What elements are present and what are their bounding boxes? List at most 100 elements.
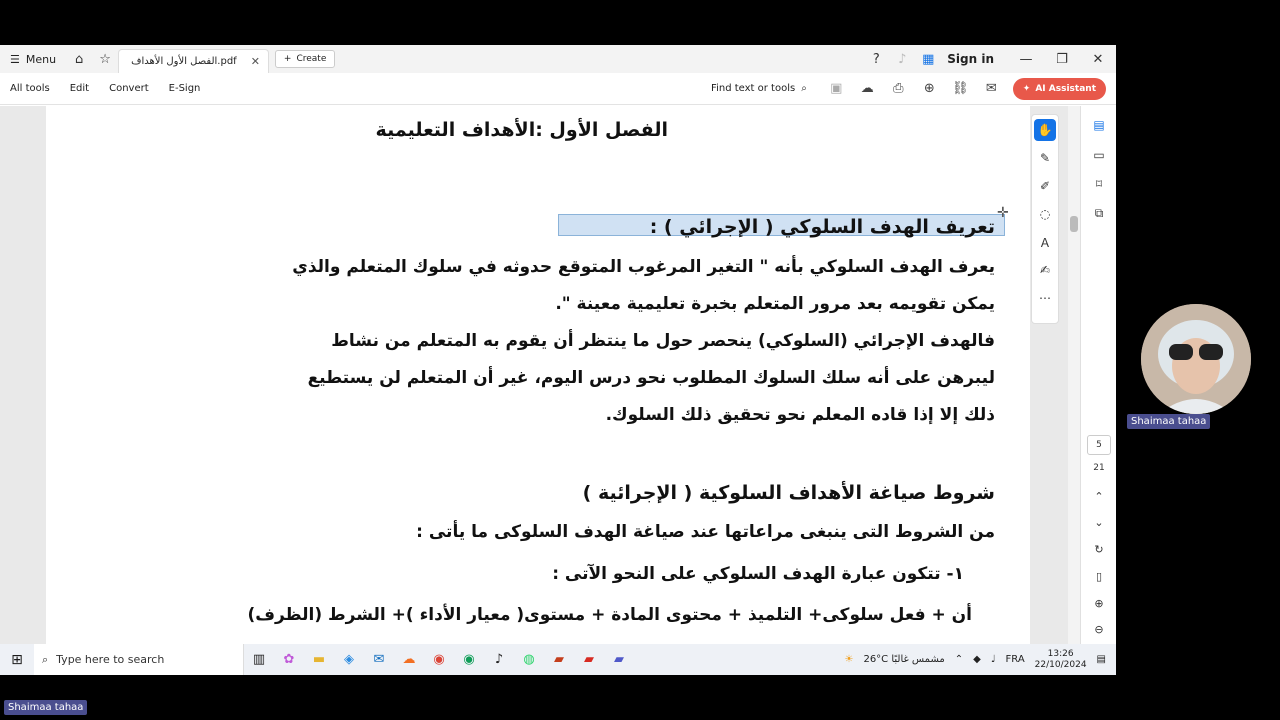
- language-indicator[interactable]: FRA: [1006, 654, 1025, 665]
- search-placeholder: Type here to search: [56, 653, 165, 666]
- print-icon[interactable]: ⎙: [883, 81, 914, 96]
- chrome-icon[interactable]: ◉: [424, 644, 454, 675]
- document-viewport[interactable]: ✛ الفصل الأول :الأهداف التعليمية تعريف ا…: [0, 106, 1116, 644]
- total-pages: 21: [1093, 463, 1105, 473]
- document-tab[interactable]: الفصل الأول الأهداف.pdf ✕: [118, 49, 269, 73]
- more-options-icon[interactable]: ⋯: [1034, 287, 1056, 309]
- pdf-page: ✛ الفصل الأول :الأهداف التعليمية تعريف ا…: [46, 106, 1030, 644]
- taskbar-search[interactable]: ⌕ Type here to search: [34, 644, 244, 675]
- plus-icon: +: [283, 54, 292, 64]
- formula-line: أن + فعل سلوكى+ التلميذ + محتوى المادة +…: [247, 605, 972, 625]
- whatsapp-icon[interactable]: ◍: [514, 644, 544, 675]
- right-sidebar: ▤ ▭ ⌑ ⧉ 5 21 ⌃ ⌄ ↻ ▯ ⊕ ⊖: [1080, 106, 1116, 644]
- star-icon[interactable]: ☆: [92, 45, 118, 73]
- search-icon: ⌕: [42, 652, 49, 666]
- clock-time: 13:26: [1047, 648, 1074, 659]
- close-window-icon[interactable]: ✕: [1080, 45, 1116, 73]
- chrome-profile-icon[interactable]: ◉: [454, 644, 484, 675]
- notifications-icon[interactable]: ▤: [1097, 654, 1106, 665]
- refresh-icon[interactable]: ↻: [1091, 543, 1107, 556]
- chevron-up-tray-icon[interactable]: ⌃: [955, 654, 963, 665]
- help-icon[interactable]: ?: [863, 45, 889, 73]
- list-item: ١- تتكون عبارة الهدف السلوكي على النحو ا…: [552, 564, 964, 584]
- paragraph-line: ليبرهن على أنه سلك السلوك المطلوب نحو در…: [307, 368, 995, 388]
- task-view-icon[interactable]: ▥: [244, 644, 274, 675]
- paragraph-line: ذلك إلا إذا قاده المعلم نحو تحقيق ذلك ال…: [605, 405, 995, 425]
- zoom-in-icon[interactable]: ⊕: [1091, 597, 1107, 610]
- outlook-icon[interactable]: ✉: [364, 644, 394, 675]
- self-name-tag: Shaimaa tahaa: [4, 700, 88, 715]
- all-tools-menu[interactable]: All tools: [0, 83, 60, 94]
- file-explorer-icon[interactable]: ▬: [304, 644, 334, 675]
- minimize-icon[interactable]: —: [1008, 45, 1044, 73]
- comments-panel-icon[interactable]: ▭: [1091, 148, 1107, 164]
- windows-start-icon[interactable]: ⊞: [0, 652, 34, 668]
- edit-panel-icon[interactable]: ▤: [1091, 118, 1107, 134]
- hand-tool-icon[interactable]: ✋: [1034, 119, 1056, 141]
- home-icon[interactable]: ⌂: [66, 45, 92, 73]
- zoom-out-icon[interactable]: ⊖: [1091, 623, 1107, 636]
- soundcloud-icon[interactable]: ☁: [394, 644, 424, 675]
- windows-taskbar: ⊞ ⌕ Type here to search ▥ ✿ ▬ ◈ ✉ ☁ ◉ ◉ …: [0, 644, 1116, 675]
- network-icon[interactable]: ◆: [973, 654, 981, 665]
- signature-icon[interactable]: ✍: [1034, 259, 1056, 281]
- sign-in-button[interactable]: Sign in: [941, 52, 1008, 66]
- fit-page-icon[interactable]: ▯: [1091, 570, 1107, 583]
- acrobat-window: ☰ Menu ⌂ ☆ الفصل الأول الأهداف.pdf ✕ + C…: [0, 45, 1116, 675]
- teams-icon[interactable]: ▰: [604, 644, 634, 675]
- title-bar-right: ? ♪ ▦ Sign in — ❐ ✕: [863, 45, 1116, 73]
- link-icon[interactable]: ⛓: [945, 81, 976, 96]
- weather-text[interactable]: 26°C مشمس غالبًا: [863, 654, 944, 665]
- system-tray: ☀ 26°C مشمس غالبًا ⌃ ◆ ♩ FRA 13:26 22/10…: [844, 649, 1116, 671]
- participant-webcam: [1141, 304, 1251, 414]
- hamburger-icon: ☰: [10, 52, 20, 66]
- paragraph-line: يعرف الهدف السلوكي بأنه " التغير المرغوب…: [292, 257, 995, 277]
- edit-menu[interactable]: Edit: [60, 83, 99, 94]
- store-icon[interactable]: ◈: [334, 644, 364, 675]
- text-box-icon[interactable]: Ａ: [1034, 231, 1056, 253]
- section-heading-conditions: شروط صياغة الأهداف السلوكية ( الإجرائية …: [582, 482, 995, 504]
- paragraph-line: يمكن تقويمه بعد مرور المتعلم بخبرة تعليم…: [555, 294, 995, 314]
- restore-icon[interactable]: ❐: [1044, 45, 1080, 73]
- convert-menu[interactable]: Convert: [99, 83, 159, 94]
- quick-tools-panel: ✋ ✎ ✐ ◌ Ａ ✍ ⋯: [1031, 114, 1059, 324]
- find-tools-search[interactable]: Find text or tools ⌕: [711, 83, 821, 94]
- bookmarks-panel-icon[interactable]: ⌑: [1091, 177, 1107, 193]
- scrollbar-thumb[interactable]: [1070, 216, 1078, 232]
- bell-icon[interactable]: ♪: [889, 45, 915, 73]
- tiktok-icon[interactable]: ♪: [484, 644, 514, 675]
- microphone-icon[interactable]: ♩: [991, 654, 996, 665]
- section-heading-definition: تعريف الهدف السلوكي ( الإجرائي ) :: [649, 216, 995, 238]
- ai-assistant-button[interactable]: ✦ AI Assistant: [1012, 77, 1106, 100]
- acrobat-icon[interactable]: ▰: [574, 644, 604, 675]
- share-people-icon[interactable]: ⊕: [914, 81, 945, 96]
- chevron-down-icon[interactable]: ⌄: [1091, 516, 1107, 529]
- clock-date: 22/10/2024: [1034, 659, 1087, 670]
- menu-label: Menu: [25, 52, 57, 66]
- copilot-icon[interactable]: ✿: [274, 644, 304, 675]
- upload-cloud-icon[interactable]: ☁: [852, 81, 883, 96]
- clock[interactable]: 13:26 22/10/2024: [1035, 649, 1087, 671]
- vertical-scrollbar[interactable]: [1068, 106, 1080, 644]
- webcam-name-tag: Shaimaa tahaa: [1127, 414, 1211, 429]
- chevron-up-icon[interactable]: ⌃: [1091, 490, 1107, 503]
- create-button[interactable]: + Create: [274, 50, 336, 68]
- save-icon[interactable]: ▣: [821, 81, 852, 96]
- apps-grid-icon[interactable]: ▦: [915, 45, 941, 73]
- find-label: Find text or tools: [711, 83, 796, 94]
- tab-title: الفصل الأول الأهداف.pdf: [131, 56, 237, 67]
- current-page-input[interactable]: 5: [1087, 435, 1111, 455]
- lasso-draw-icon[interactable]: ◌: [1034, 203, 1056, 225]
- esign-menu[interactable]: E-Sign: [159, 83, 211, 94]
- powerpoint-icon[interactable]: ▰: [544, 644, 574, 675]
- close-tab-icon[interactable]: ✕: [251, 55, 260, 68]
- page-title: الفصل الأول :الأهداف التعليمية: [375, 119, 668, 141]
- highlight-pen-icon[interactable]: ✐: [1034, 175, 1056, 197]
- main-toolbar: All tools Edit Convert E-Sign Find text …: [0, 73, 1116, 105]
- menu-button[interactable]: ☰ Menu: [0, 45, 66, 73]
- pages-panel-icon[interactable]: ⧉: [1091, 206, 1107, 222]
- add-comment-icon[interactable]: ✎: [1034, 147, 1056, 169]
- email-icon[interactable]: ✉: [976, 81, 1007, 96]
- ai-label: AI Assistant: [1035, 83, 1096, 94]
- ai-sparkle-icon: ✦: [1022, 83, 1031, 94]
